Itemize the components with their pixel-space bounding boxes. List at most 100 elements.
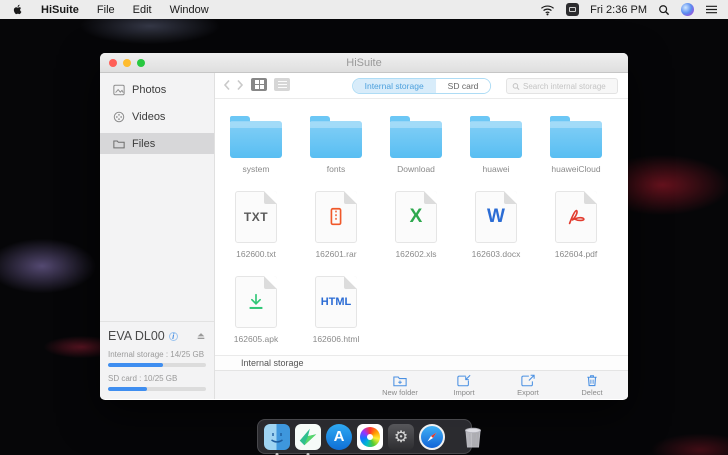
new-folder-icon	[393, 374, 407, 387]
docx-mark: W	[487, 206, 505, 228]
grid-view-button[interactable]	[251, 78, 267, 91]
sidebar-item-files[interactable]: Files	[100, 133, 214, 154]
action-label: New folder	[382, 388, 418, 397]
docx-file-icon: W	[475, 191, 517, 243]
folder-icon	[230, 121, 282, 158]
menubar-app-name[interactable]: HiSuite	[41, 4, 79, 16]
trash-icon	[461, 424, 485, 450]
files-icon	[113, 138, 125, 150]
spotlight-icon[interactable]	[658, 4, 670, 16]
tab-sd-card[interactable]: SD card	[436, 79, 491, 93]
sidebar-item-label: Photos	[132, 84, 166, 96]
menu-edit[interactable]: Edit	[133, 4, 152, 16]
grid-view-icon	[255, 80, 264, 89]
sidebar-item-videos[interactable]: Videos	[100, 106, 214, 127]
export-icon	[521, 374, 535, 387]
file-item-xls[interactable]: X 162602.xls	[376, 188, 456, 259]
file-label: 162606.html	[313, 334, 360, 344]
dock-safari[interactable]	[419, 424, 445, 450]
eject-icon[interactable]	[196, 331, 206, 341]
current-path: Internal storage	[241, 358, 304, 368]
folder-item-huaweicloud[interactable]: huaweiCloud	[536, 109, 616, 174]
folder-label: huaweiCloud	[551, 164, 600, 174]
file-item-txt[interactable]: TXT 162600.txt	[216, 188, 296, 259]
tab-internal-storage[interactable]: Internal storage	[353, 79, 436, 93]
wifi-icon[interactable]	[540, 4, 555, 16]
back-button[interactable]	[223, 79, 231, 91]
folder-icon	[390, 121, 442, 158]
forward-button[interactable]	[236, 79, 244, 91]
apple-menu-icon[interactable]	[12, 3, 23, 16]
folder-item-fonts[interactable]: fonts	[296, 109, 376, 174]
html-file-icon: HTML	[315, 276, 357, 328]
import-button[interactable]: Import	[442, 374, 486, 397]
menu-file[interactable]: File	[97, 4, 115, 16]
search-input[interactable]	[523, 82, 612, 91]
folder-label: huawei	[483, 164, 510, 174]
file-item-apk[interactable]: 162605.apk	[216, 273, 296, 344]
download-glyph	[245, 291, 267, 313]
sd-card-bar	[108, 387, 206, 391]
txt-file-icon: TXT	[235, 191, 277, 243]
internal-storage-fill	[108, 363, 163, 367]
folder-item-system[interactable]: system	[216, 109, 296, 174]
search-box[interactable]	[506, 78, 618, 94]
dock: A ⚙	[257, 419, 472, 454]
acrobat-glyph	[565, 206, 587, 228]
dock-hisuite[interactable]	[295, 424, 321, 450]
siri-icon[interactable]	[681, 3, 694, 16]
device-name: EVA DL00	[108, 329, 165, 343]
file-item-html[interactable]: HTML 162606.html	[296, 273, 376, 344]
device-panel: EVA DL00 i Internal storage : 14/25 GB S…	[100, 321, 214, 399]
file-label: 162604.pdf	[555, 249, 598, 259]
sidebar-item-photos[interactable]: Photos	[100, 79, 214, 100]
zoom-button[interactable]	[137, 59, 145, 67]
path-bar: Internal storage	[215, 355, 628, 370]
export-button[interactable]: Export	[506, 374, 550, 397]
import-icon	[457, 374, 471, 387]
folder-item-download[interactable]: Download	[376, 109, 456, 174]
notification-center-icon[interactable]	[705, 4, 718, 15]
minimize-button[interactable]	[123, 59, 131, 67]
menu-bar: HiSuite File Edit Window Fri 2:36 PM	[0, 0, 728, 19]
delete-button[interactable]: Delect	[570, 374, 614, 397]
window-titlebar[interactable]: HiSuite	[100, 53, 628, 73]
file-item-rar[interactable]: 162601.rar	[296, 188, 376, 259]
xls-file-icon: X	[395, 191, 437, 243]
list-view-button[interactable]	[274, 78, 290, 91]
menubar-app-icon[interactable]	[566, 3, 579, 16]
menu-window[interactable]: Window	[170, 4, 209, 16]
dock-appstore[interactable]: A	[326, 424, 352, 450]
dock-trash[interactable]	[461, 424, 485, 450]
file-label: 162600.txt	[236, 249, 276, 259]
list-view-icon	[278, 79, 287, 90]
file-item-docx[interactable]: W 162603.docx	[456, 188, 536, 259]
file-label: 162603.docx	[472, 249, 521, 259]
action-label: Import	[453, 388, 474, 397]
device-info-icon[interactable]: i	[169, 332, 178, 341]
window-title: HiSuite	[346, 57, 381, 69]
main-content: Internal storage SD card system	[215, 73, 628, 399]
internal-storage-bar	[108, 363, 206, 367]
menubar-clock[interactable]: Fri 2:36 PM	[590, 4, 647, 16]
folder-icon	[550, 121, 602, 158]
folder-item-huawei[interactable]: huawei	[456, 109, 536, 174]
dock-finder[interactable]	[264, 424, 290, 450]
rar-file-icon	[315, 191, 357, 243]
dock-photos[interactable]	[357, 424, 383, 450]
html-mark: HTML	[321, 296, 352, 308]
sidebar-item-label: Videos	[132, 111, 165, 123]
dock-system-preferences[interactable]: ⚙	[388, 424, 414, 450]
sd-card-label: SD card : 10/25 GB	[108, 374, 206, 383]
xls-mark: X	[410, 206, 423, 228]
folder-label: fonts	[327, 164, 345, 174]
apk-file-icon	[235, 276, 277, 328]
file-label: 162605.apk	[234, 334, 278, 344]
file-item-pdf[interactable]: 162604.pdf	[536, 188, 616, 259]
action-bar: New folder Import Export Delect	[215, 370, 628, 399]
close-button[interactable]	[109, 59, 117, 67]
appstore-a-icon: A	[334, 428, 345, 445]
finder-face-icon	[267, 427, 287, 447]
new-folder-button[interactable]: New folder	[378, 374, 422, 397]
txt-mark: TXT	[244, 210, 268, 224]
